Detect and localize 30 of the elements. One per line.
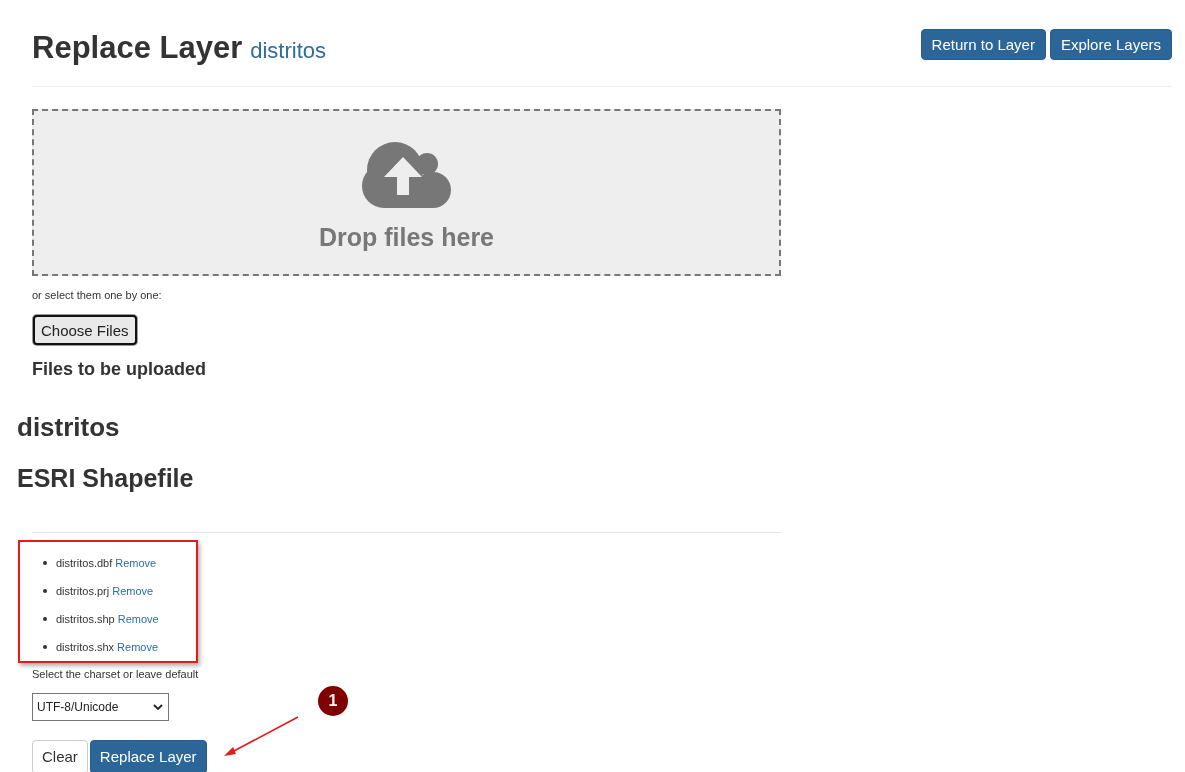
action-button[interactable]: Clear [32, 740, 88, 772]
remove-link[interactable]: Remove [117, 613, 159, 625]
bullet-icon [43, 617, 47, 621]
cloud-upload-icon [361, 142, 452, 208]
bullet-icon [43, 589, 47, 593]
bullet-icon [43, 645, 47, 649]
step-badge: 1 [318, 686, 348, 716]
charset-label: Select the charset or leave default [32, 667, 199, 681]
drop-zone[interactable]: Drop files here [32, 109, 781, 276]
charset-dropdown[interactable]: UTF-8/Unicode [32, 693, 169, 721]
section-heading: Files to be uploaded [32, 358, 206, 381]
layer-subtitle: distritos [250, 37, 327, 65]
file-name: distritos.shp [56, 613, 115, 625]
remove-link[interactable]: Remove [112, 585, 154, 597]
choose-files-button[interactable]: Choose Files [33, 315, 137, 345]
remove-link[interactable]: Remove [117, 641, 159, 653]
chevron-down-icon [153, 704, 163, 710]
file-name: distritos.dbf [56, 557, 113, 569]
bullet-icon [43, 561, 47, 565]
page-title: Replace Layer [32, 29, 243, 67]
remove-link[interactable]: Remove [115, 557, 157, 569]
header-button[interactable]: Return to Layer [920, 29, 1046, 60]
header-button[interactable]: Explore Layers [1049, 29, 1172, 60]
layer-name-heading: distritos [17, 411, 120, 443]
file-name: distritos.shx [56, 641, 115, 653]
drop-zone-message: Drop files here [318, 222, 495, 252]
layer-format-heading: ESRI Shapefile [17, 463, 194, 494]
select-hint: or select them one by one: [32, 288, 162, 302]
file-name: distritos.prj [56, 585, 110, 597]
action-button[interactable]: Replace Layer [89, 740, 207, 772]
